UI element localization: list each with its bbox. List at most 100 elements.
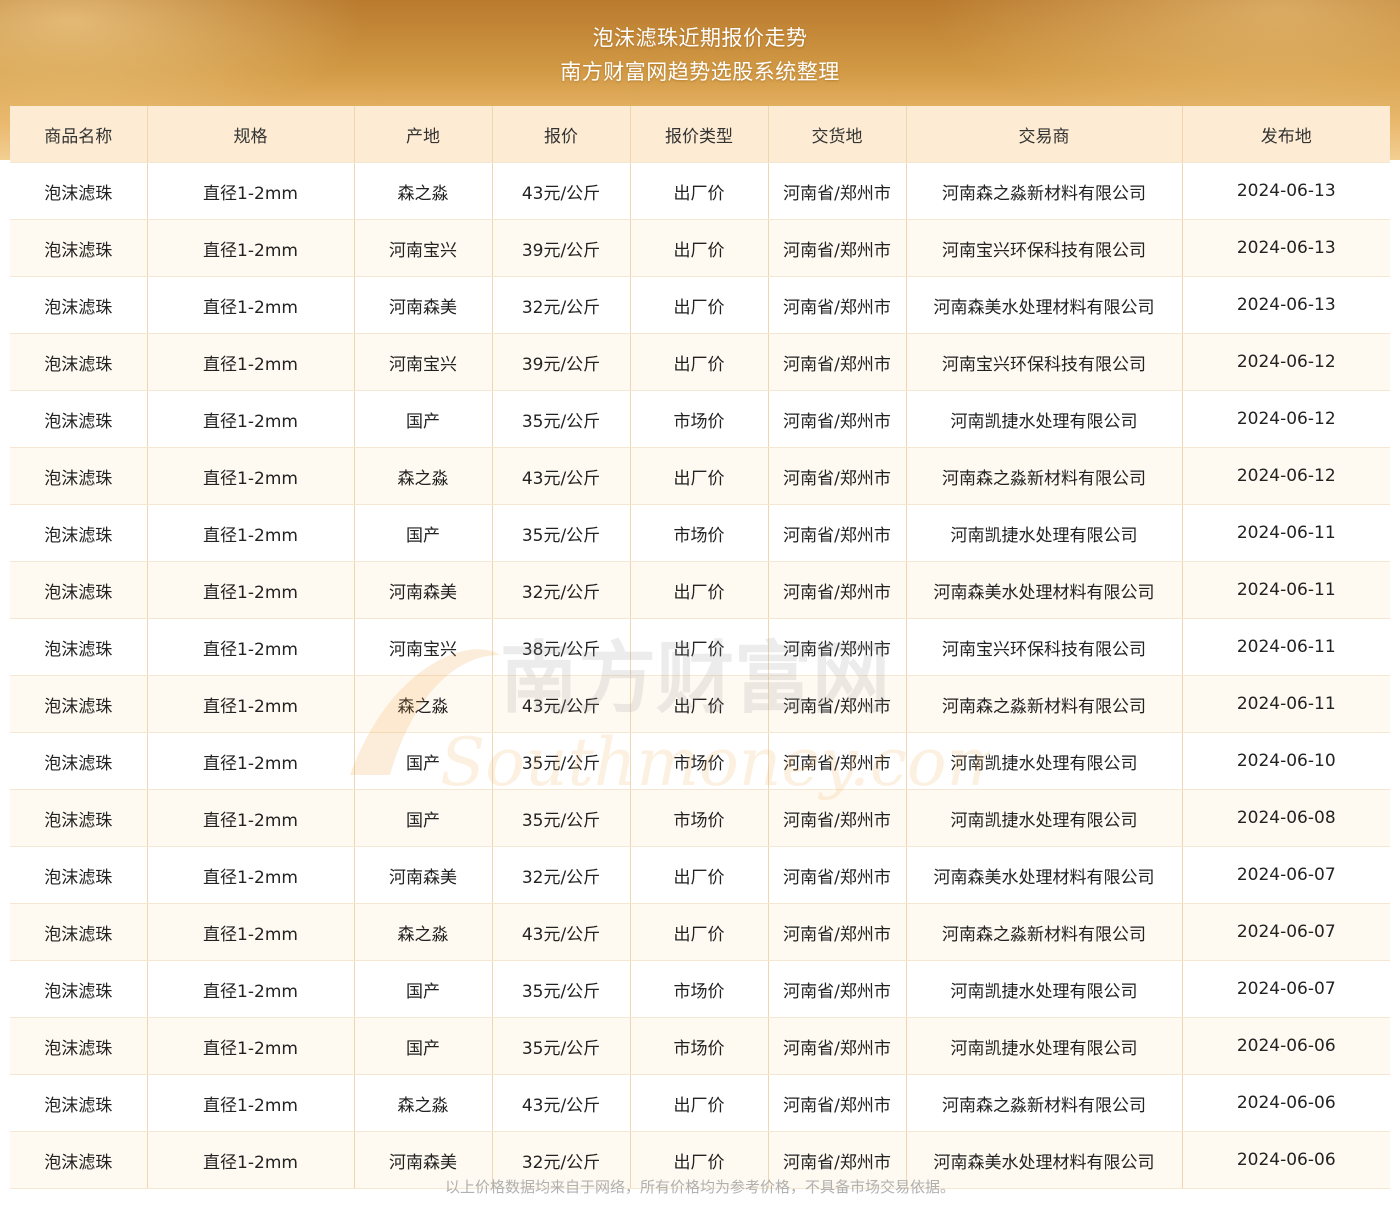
table-cell: 直径1-2mm [147, 846, 355, 904]
table-cell: 国产 [354, 390, 493, 448]
table-cell: 泡沫滤珠 [10, 504, 148, 562]
column-header: 发布地 [1182, 106, 1390, 163]
table-cell: 43元/公斤 [492, 903, 631, 961]
table-cell: 河南凯捷水处理有限公司 [906, 390, 1183, 448]
table-cell: 直径1-2mm [147, 732, 355, 790]
table-cell: 直径1-2mm [147, 447, 355, 505]
table-row: 泡沫滤珠 直径1-2mm 河南森美 32元/公斤 出厂价 河南省/郑州市 河南森美水处理材料… [10, 276, 1390, 334]
table-cell: 河南凯捷水处理有限公司 [906, 504, 1183, 562]
table-cell: 出厂价 [630, 846, 769, 904]
table-cell: 泡沫滤珠 [10, 390, 148, 448]
table-cell: 35元/公斤 [492, 732, 631, 790]
table-cell: 河南森之淼新材料有限公司 [906, 447, 1183, 505]
table-row: 泡沫滤珠 直径1-2mm 国产 35元/公斤 市场价 河南省/郑州市 河南凯捷水处理有限公司… [10, 390, 1390, 448]
table-cell: 出厂价 [630, 561, 769, 619]
table-cell: 出厂价 [630, 219, 769, 277]
table-cell: 市场价 [630, 732, 769, 790]
table-cell: 2024-06-11 [1182, 675, 1390, 733]
table-cell: 泡沫滤珠 [10, 903, 148, 961]
table-cell: 河南省/郑州市 [768, 903, 907, 961]
table-cell: 直径1-2mm [147, 675, 355, 733]
table-cell: 2024-06-12 [1182, 390, 1390, 448]
table-cell: 2024-06-11 [1182, 504, 1390, 562]
table-cell: 直径1-2mm [147, 504, 355, 562]
table-row: 泡沫滤珠 直径1-2mm 河南宝兴 39元/公斤 出厂价 河南省/郑州市 河南宝兴环保科技有… [10, 333, 1390, 391]
table-cell: 河南省/郑州市 [768, 789, 907, 847]
table-row: 泡沫滤珠 直径1-2mm 国产 35元/公斤 市场价 河南省/郑州市 河南凯捷水处理有限公司… [10, 1017, 1390, 1075]
table-cell: 35元/公斤 [492, 1017, 631, 1075]
table-cell: 2024-06-06 [1182, 1017, 1390, 1075]
table-cell: 市场价 [630, 1017, 769, 1075]
table-cell: 直径1-2mm [147, 618, 355, 676]
table-row: 泡沫滤珠 直径1-2mm 森之淼 43元/公斤 出厂价 河南省/郑州市 河南森之淼新材料有限… [10, 162, 1390, 220]
table-cell: 河南森美 [354, 561, 493, 619]
table-cell: 河南森美水处理材料有限公司 [906, 846, 1183, 904]
table-cell: 河南省/郑州市 [768, 675, 907, 733]
table-cell: 河南森美 [354, 276, 493, 334]
table-cell: 河南宝兴 [354, 618, 493, 676]
price-table: 商品名称 规格 产地 报价 报价类型 交货地 交易商 发布地 泡沫滤珠 直径1-2mm 森之淼 43… [10, 106, 1390, 1189]
table-cell: 直径1-2mm [147, 789, 355, 847]
page-subtitle: 南方财富网趋势选股系统整理 [560, 60, 840, 84]
table-cell: 2024-06-07 [1182, 903, 1390, 961]
table-cell: 泡沫滤珠 [10, 675, 148, 733]
table-cell: 河南宝兴环保科技有限公司 [906, 219, 1183, 277]
table-cell: 河南森美水处理材料有限公司 [906, 561, 1183, 619]
table-cell: 河南凯捷水处理有限公司 [906, 789, 1183, 847]
table-cell: 43元/公斤 [492, 675, 631, 733]
column-header: 交货地 [768, 106, 907, 163]
table-row: 泡沫滤珠 直径1-2mm 森之淼 43元/公斤 出厂价 河南省/郑州市 河南森之淼新材料有限… [10, 447, 1390, 505]
table-cell: 河南森美 [354, 846, 493, 904]
table-cell: 森之淼 [354, 162, 493, 220]
column-header: 产地 [354, 106, 493, 163]
table-cell: 直径1-2mm [147, 1017, 355, 1075]
table-cell: 直径1-2mm [147, 561, 355, 619]
table-cell: 35元/公斤 [492, 960, 631, 1018]
table-cell: 河南省/郑州市 [768, 1017, 907, 1075]
table-cell: 市场价 [630, 789, 769, 847]
table-cell: 35元/公斤 [492, 789, 631, 847]
table-cell: 出厂价 [630, 276, 769, 334]
table-cell: 直径1-2mm [147, 219, 355, 277]
table-row: 泡沫滤珠 直径1-2mm 河南宝兴 38元/公斤 出厂价 河南省/郑州市 河南宝兴环保科技有… [10, 618, 1390, 676]
table-header-row: 商品名称 规格 产地 报价 报价类型 交货地 交易商 发布地 [10, 106, 1390, 163]
table-cell: 泡沫滤珠 [10, 333, 148, 391]
table-cell: 出厂价 [630, 1074, 769, 1132]
table-cell: 出厂价 [630, 447, 769, 505]
table-cell: 河南省/郑州市 [768, 561, 907, 619]
table-cell: 森之淼 [354, 903, 493, 961]
table-cell: 出厂价 [630, 675, 769, 733]
table-cell: 国产 [354, 732, 493, 790]
table-cell: 河南森之淼新材料有限公司 [906, 903, 1183, 961]
table-cell: 2024-06-08 [1182, 789, 1390, 847]
page-title: 泡沫滤珠近期报价走势 [592, 26, 808, 50]
table-row: 泡沫滤珠 直径1-2mm 森之淼 43元/公斤 出厂价 河南省/郑州市 河南森之淼新材料有限… [10, 675, 1390, 733]
table-cell: 直径1-2mm [147, 390, 355, 448]
table-cell: 35元/公斤 [492, 390, 631, 448]
table-cell: 直径1-2mm [147, 333, 355, 391]
table-cell: 河南省/郑州市 [768, 618, 907, 676]
table-cell: 2024-06-13 [1182, 162, 1390, 220]
table-cell: 2024-06-07 [1182, 846, 1390, 904]
table-row: 泡沫滤珠 直径1-2mm 国产 35元/公斤 市场价 河南省/郑州市 河南凯捷水处理有限公司… [10, 732, 1390, 790]
table-cell: 直径1-2mm [147, 162, 355, 220]
table-cell: 出厂价 [630, 162, 769, 220]
table-cell: 2024-06-07 [1182, 960, 1390, 1018]
table-cell: 38元/公斤 [492, 618, 631, 676]
table-cell: 泡沫滤珠 [10, 162, 148, 220]
table-cell: 河南森之淼新材料有限公司 [906, 675, 1183, 733]
table-cell: 2024-06-10 [1182, 732, 1390, 790]
table-body: 泡沫滤珠 直径1-2mm 森之淼 43元/公斤 出厂价 河南省/郑州市 河南森之淼新材料有限… [10, 162, 1390, 1189]
table-cell: 32元/公斤 [492, 276, 631, 334]
table-cell: 河南森美水处理材料有限公司 [906, 276, 1183, 334]
table-cell: 国产 [354, 960, 493, 1018]
table-cell: 市场价 [630, 504, 769, 562]
table-cell: 泡沫滤珠 [10, 1074, 148, 1132]
table-cell: 直径1-2mm [147, 960, 355, 1018]
column-header: 规格 [147, 106, 355, 163]
table-cell: 32元/公斤 [492, 561, 631, 619]
table-cell: 河南省/郑州市 [768, 162, 907, 220]
table-cell: 2024-06-12 [1182, 447, 1390, 505]
table-cell: 泡沫滤珠 [10, 618, 148, 676]
table-cell: 泡沫滤珠 [10, 846, 148, 904]
